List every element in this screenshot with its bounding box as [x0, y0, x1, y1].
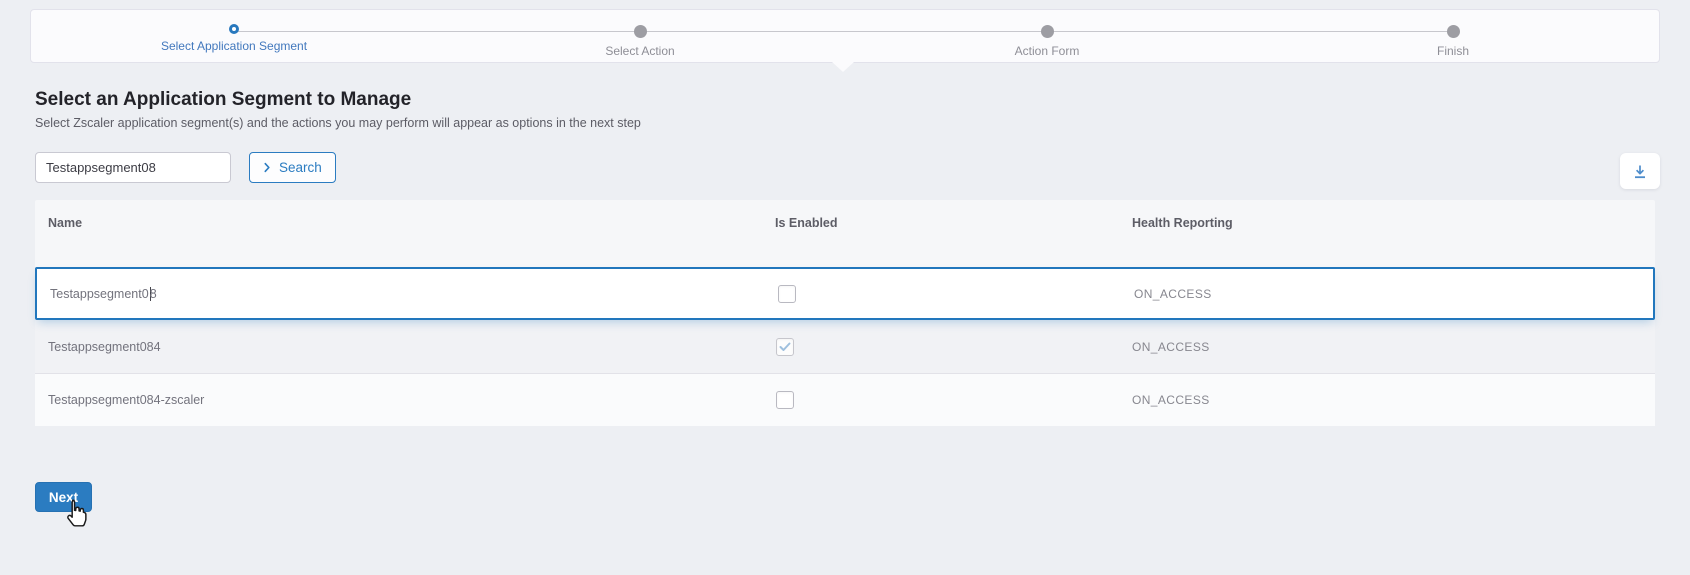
- is-enabled-checkbox[interactable]: [778, 285, 796, 303]
- search-button-label: Search: [279, 160, 322, 175]
- column-header-name: Name: [48, 216, 82, 230]
- cell-health-reporting: ON_ACCESS: [1132, 393, 1210, 407]
- column-header-is-enabled: Is Enabled: [775, 216, 838, 230]
- wizard-page: Select Application Segment Select Action…: [0, 0, 1690, 575]
- step-dot: [634, 25, 647, 38]
- search-button[interactable]: Search: [249, 152, 336, 183]
- cell-name: Testappsegment084: [48, 340, 161, 354]
- table-row-testappsegment084[interactable]: Testappsegment084 ON_ACCESS: [35, 320, 1655, 373]
- search-input[interactable]: [35, 152, 231, 183]
- download-icon: [1632, 163, 1648, 180]
- next-button[interactable]: Next: [35, 482, 92, 512]
- step-dot: [1041, 25, 1054, 38]
- step-dot-active: [229, 24, 239, 34]
- step-dot: [1447, 25, 1460, 38]
- page-subtitle: Select Zscaler application segment(s) an…: [35, 116, 641, 130]
- table-row-testappsegment08[interactable]: Testappsegment08 ON_ACCESS: [35, 267, 1655, 320]
- step-label: Action Form: [917, 44, 1177, 58]
- is-enabled-checkbox-checked[interactable]: [776, 338, 794, 356]
- cell-name: Testappsegment08: [50, 287, 157, 301]
- is-enabled-checkbox[interactable]: [776, 391, 794, 409]
- cell-name: Testappsegment084-zscaler: [48, 393, 204, 407]
- checkmark-icon: [779, 342, 791, 352]
- step-select-application-segment[interactable]: Select Application Segment: [104, 10, 364, 53]
- application-segments-table: Name Is Enabled Health Reporting Testapp…: [35, 200, 1655, 426]
- stepper-callout-arrow: [832, 62, 854, 72]
- step-finish[interactable]: Finish: [1323, 10, 1583, 58]
- stepper-card: Select Application Segment Select Action…: [30, 9, 1660, 63]
- table-row-testappsegment084-zscaler[interactable]: Testappsegment084-zscaler ON_ACCESS: [35, 373, 1655, 426]
- cell-health-reporting: ON_ACCESS: [1134, 287, 1212, 301]
- download-button[interactable]: [1620, 153, 1660, 189]
- cell-health-reporting: ON_ACCESS: [1132, 340, 1210, 354]
- table-header-row: Name Is Enabled Health Reporting: [35, 200, 1655, 246]
- step-action-form[interactable]: Action Form: [917, 10, 1177, 58]
- step-label: Finish: [1323, 44, 1583, 58]
- stepper-connector-line: [234, 31, 1453, 32]
- column-header-health-reporting: Health Reporting: [1132, 216, 1233, 230]
- step-label: Select Action: [510, 44, 770, 58]
- chevron-right-icon: [263, 162, 272, 173]
- step-label: Select Application Segment: [104, 39, 364, 53]
- page-title: Select an Application Segment to Manage: [35, 89, 411, 111]
- step-select-action[interactable]: Select Action: [510, 10, 770, 58]
